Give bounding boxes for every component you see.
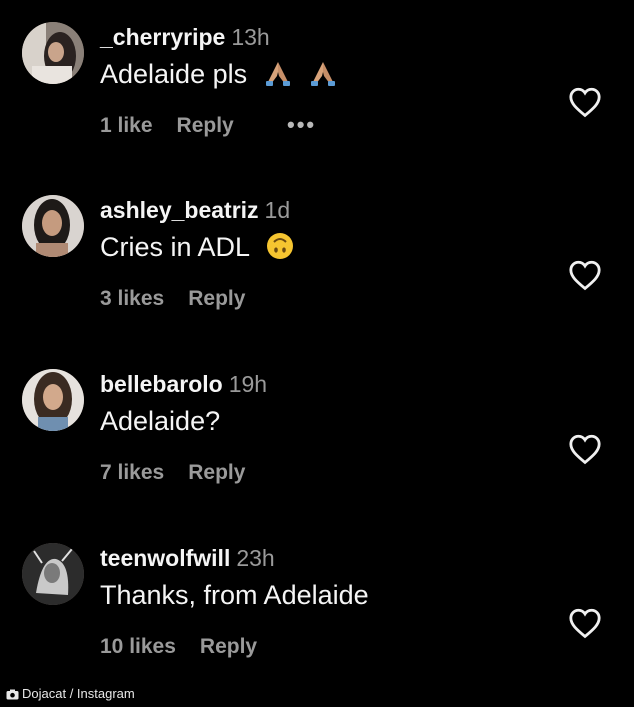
comment-item: _cherryripe 13h Adelaide pls 1 like Reply … — [0, 22, 634, 172]
camera-icon — [6, 685, 19, 707]
timestamp: 23h — [236, 545, 275, 571]
heart-icon[interactable] — [568, 607, 602, 639]
avatar[interactable] — [22, 369, 84, 431]
comment-body: Cries in ADL — [100, 232, 250, 262]
timestamp: 1d — [264, 197, 291, 223]
reply-button[interactable]: Reply — [188, 287, 245, 310]
avatar[interactable] — [22, 543, 84, 605]
timestamp: 13h — [231, 24, 270, 50]
heart-icon[interactable] — [568, 259, 602, 291]
more-options-button[interactable]: ••• — [287, 112, 316, 138]
comment-body: Adelaide pls — [100, 59, 248, 89]
avatar[interactable] — [22, 22, 84, 84]
comment-item: bellebarolo 19h Adelaide? 7 likes Reply — [0, 369, 634, 519]
reply-button[interactable]: Reply — [177, 114, 234, 137]
comment-item: ashley_beatriz 1d Cries in ADL 3 likes Rep… — [0, 195, 634, 345]
reply-button[interactable]: Reply — [200, 635, 257, 658]
username[interactable]: _cherryripe — [100, 24, 225, 50]
photo-credit: Dojacat / Instagram — [0, 683, 634, 705]
reply-button[interactable]: Reply — [188, 461, 245, 484]
username[interactable]: bellebarolo — [100, 371, 223, 397]
username[interactable]: ashley_beatriz — [100, 197, 259, 223]
heart-icon[interactable] — [568, 86, 602, 118]
heart-icon[interactable] — [568, 433, 602, 465]
likes-count[interactable]: 3 likes — [100, 287, 164, 310]
comment-body: Thanks, from Adelaide — [100, 580, 369, 610]
likes-count[interactable]: 7 likes — [100, 461, 164, 484]
avatar[interactable] — [22, 195, 84, 257]
comment-body: Adelaide? — [100, 406, 221, 436]
folded-hands-emoji — [308, 58, 338, 95]
timestamp: 19h — [228, 371, 268, 397]
credit-text: Dojacat / Instagram — [22, 686, 135, 701]
likes-count[interactable]: 10 likes — [100, 635, 176, 658]
username[interactable]: teenwolfwill — [100, 545, 230, 571]
likes-count[interactable]: 1 like — [100, 114, 153, 137]
upside-down-face-emoji — [265, 231, 295, 268]
comment-text: Adelaide pls — [100, 58, 338, 95]
comment-item: teenwolfwill 23h Thanks, from Adelaide 10… — [0, 543, 634, 693]
comment-text: Cries in ADL — [100, 231, 295, 268]
folded-hands-emoji — [263, 58, 293, 95]
comment-text: Thanks, from Adelaide — [100, 579, 369, 611]
comment-text: Adelaide? — [100, 405, 220, 437]
